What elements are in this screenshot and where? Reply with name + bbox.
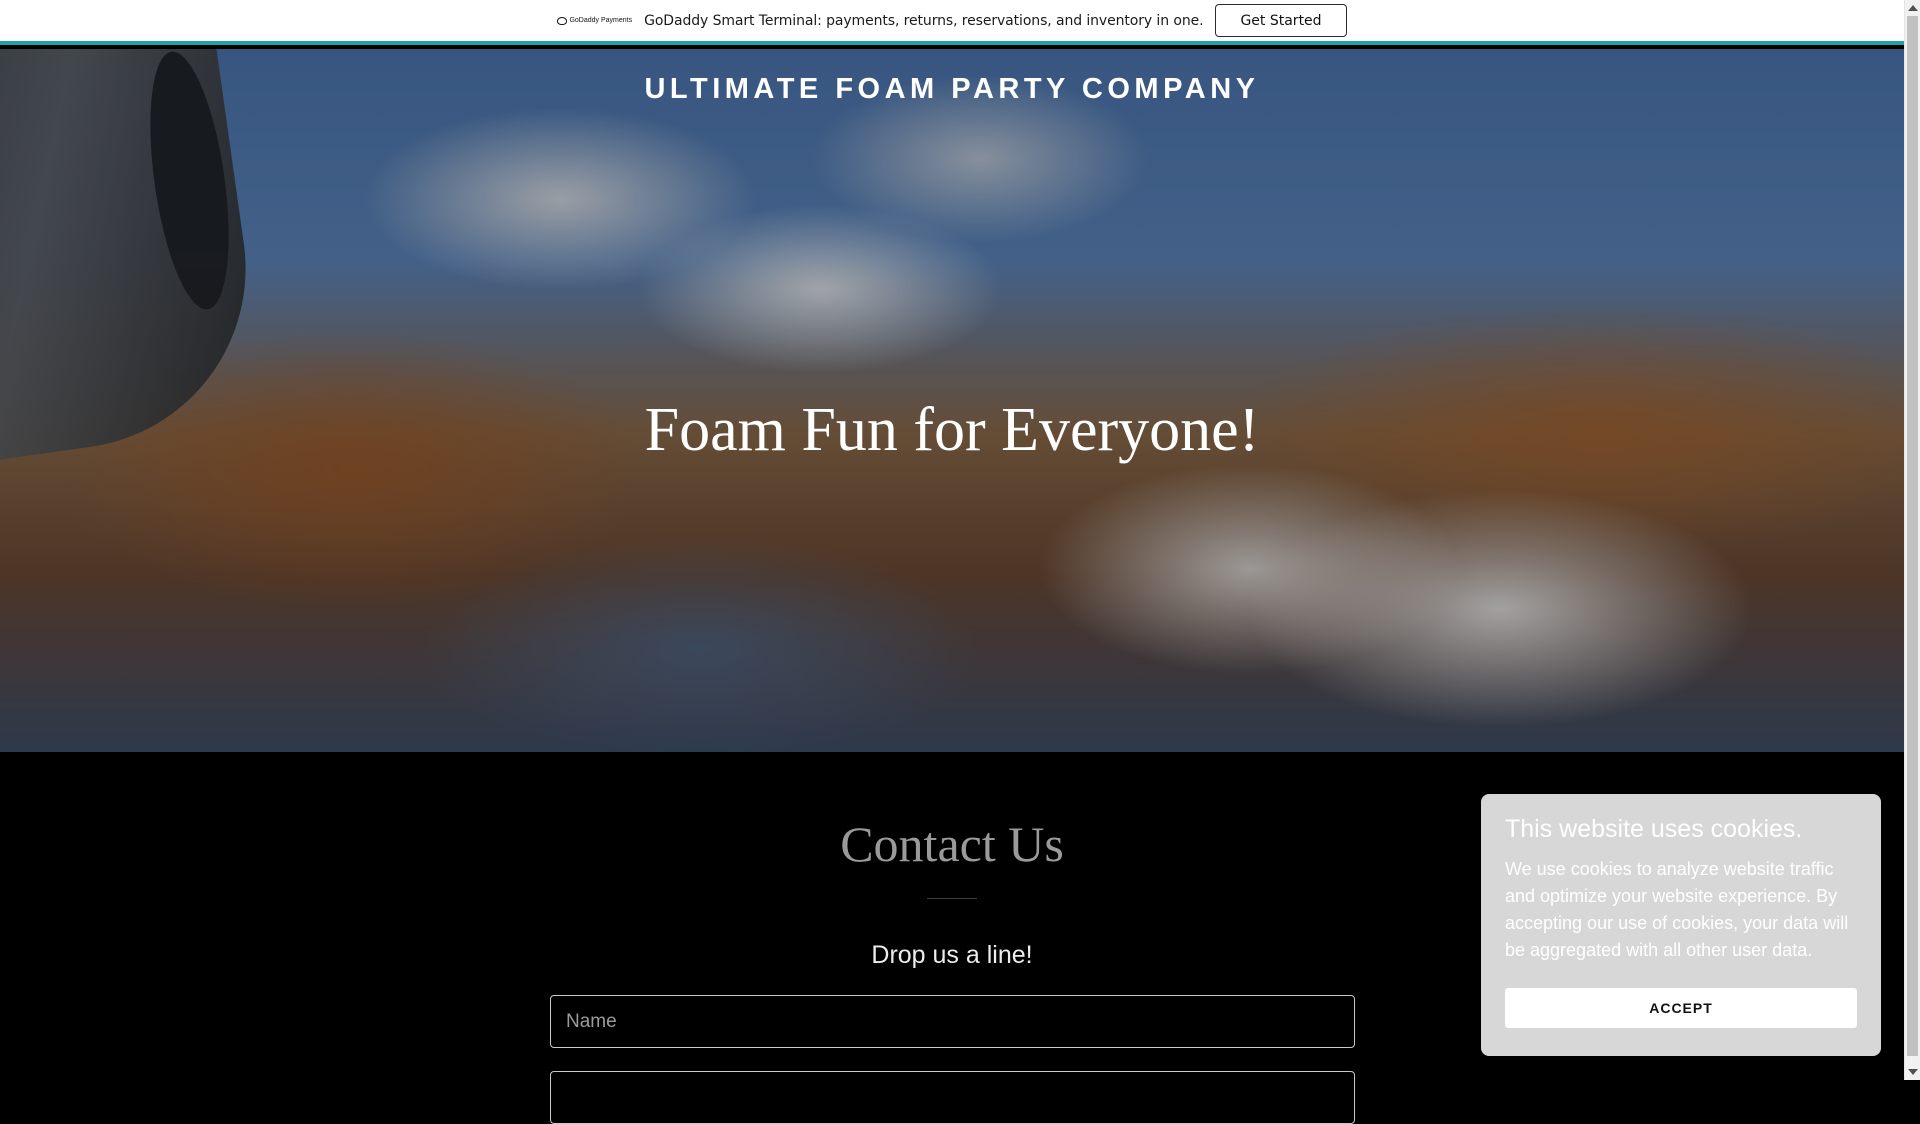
scroll-up-icon[interactable] — [1908, 5, 1918, 11]
scroll-down-icon[interactable] — [1908, 1069, 1918, 1075]
godaddy-payments-logo: GoDaddy Payments — [557, 16, 633, 25]
name-placeholder: Name — [566, 1010, 617, 1032]
promo-banner: GoDaddy Payments GoDaddy Smart Terminal:… — [0, 0, 1904, 45]
hero-heading: Foam Fun for Everyone! — [644, 396, 1260, 464]
cookie-body: We use cookies to analyze website traffi… — [1505, 858, 1849, 960]
name-input[interactable]: Name — [550, 995, 1355, 1048]
scroll-thumb[interactable] — [1907, 16, 1918, 1056]
page-scrollbar[interactable] — [1904, 0, 1920, 1080]
promo-text: GoDaddy Smart Terminal: payments, return… — [644, 12, 1204, 29]
cookie-title: This website uses cookies. — [1505, 815, 1803, 843]
site-title[interactable]: ULTIMATE FOAM PARTY COMPANY — [0, 73, 1904, 106]
hero-section: ULTIMATE FOAM PARTY COMPANY Foam Fun for… — [0, 49, 1904, 752]
section-divider — [927, 898, 977, 899]
cookie-consent-panel: This website uses cookies. We use cookie… — [1481, 794, 1881, 1056]
email-input[interactable] — [550, 1071, 1355, 1124]
godaddy-logo-icon — [557, 16, 568, 25]
get-started-button[interactable]: Get Started — [1215, 4, 1347, 37]
accept-cookies-button[interactable]: ACCEPT — [1505, 988, 1857, 1028]
promo-logo-text: GoDaddy Payments — [569, 17, 633, 24]
